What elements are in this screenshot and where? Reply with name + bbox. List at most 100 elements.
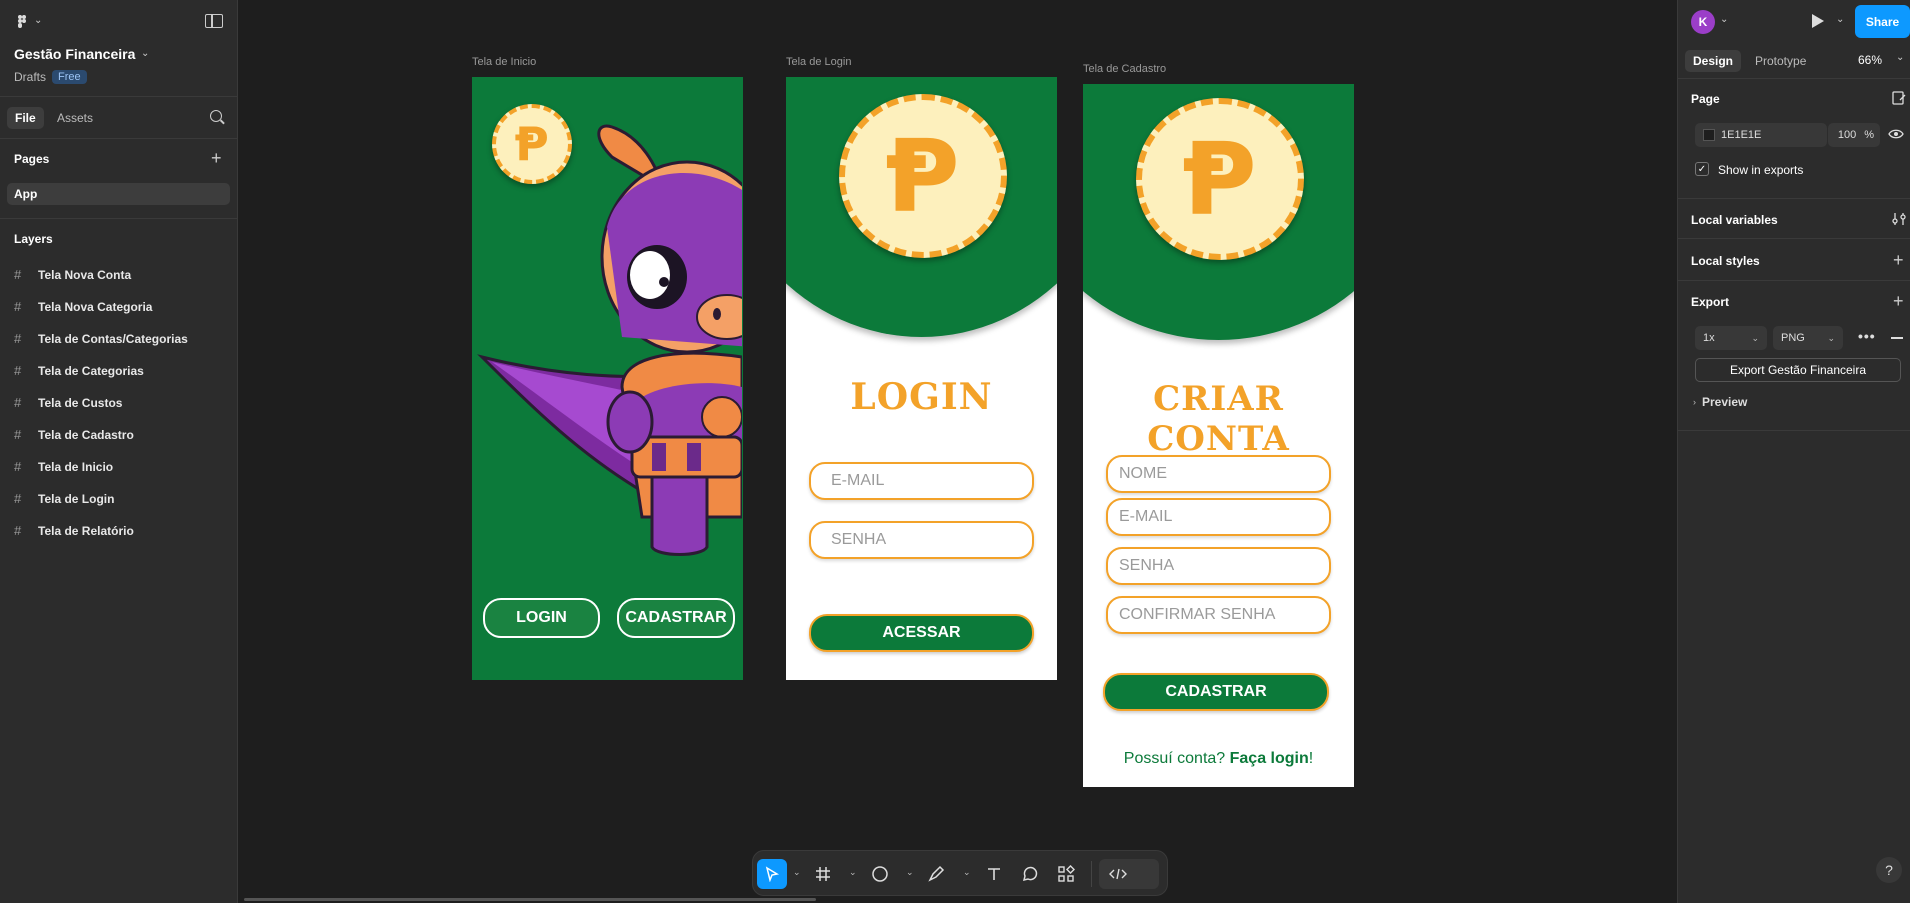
zoom-level[interactable]: 66% (1858, 53, 1882, 67)
project-title[interactable]: Gestão Financeira (14, 46, 135, 62)
export-scale-value[interactable]: 1x (1703, 332, 1715, 344)
comment-tool-icon[interactable] (1015, 859, 1045, 889)
frame-tela-inicio[interactable]: Ᵽ LOGIN CADASTRAR (472, 77, 743, 680)
local-styles-title[interactable]: Local styles (1691, 254, 1760, 268)
frame-label-login[interactable]: Tela de Login (786, 56, 851, 68)
page-bg-opacity-field[interactable]: 100 % (1828, 123, 1880, 147)
help-icon[interactable]: ? (1876, 857, 1902, 883)
add-page-icon[interactable]: + (211, 149, 222, 167)
frame-tela-cadastro[interactable]: Ᵽ CRIAR CONTA NOME E-MAIL SENHA CONFIRMA… (1083, 84, 1354, 787)
login-title: LOGIN (850, 376, 993, 418)
page-item-app[interactable]: App (7, 183, 230, 205)
bg-opacity-unit: % (1864, 129, 1874, 141)
figma-logo-icon[interactable] (14, 14, 30, 30)
ellipse-tool-icon[interactable] (865, 859, 895, 889)
email-field[interactable]: E-MAIL (1106, 498, 1331, 536)
tab-file[interactable]: File (7, 107, 44, 129)
login-link[interactable]: Faça login (1230, 750, 1309, 767)
confirm-password-field[interactable]: CONFIRMAR SENHA (1106, 596, 1331, 634)
layer-item[interactable]: # Tela de Categorias (14, 363, 144, 378)
present-play-icon[interactable] (1812, 14, 1824, 28)
present-chevron-icon[interactable]: ⌄ (1836, 14, 1844, 25)
frame-tool-chevron-icon[interactable]: ⌄ (849, 867, 857, 878)
pig-hero-illustration (477, 124, 742, 556)
preview-chevron-icon: › (1693, 397, 1696, 407)
layer-item[interactable]: # Tela de Contas/Categorias (14, 331, 188, 346)
local-variables-title[interactable]: Local variables (1691, 213, 1778, 227)
visibility-eye-icon[interactable] (1888, 128, 1904, 140)
layer-item[interactable]: # Tela de Login (14, 491, 114, 506)
share-button[interactable]: Share (1855, 5, 1910, 38)
user-avatar[interactable]: K (1691, 10, 1715, 34)
name-field[interactable]: NOME (1106, 455, 1331, 493)
page-section-title: Page (1691, 92, 1720, 106)
pages-title: Pages (14, 152, 50, 166)
layer-label: Tela de Categorias (38, 363, 144, 378)
tab-design[interactable]: Design (1685, 50, 1742, 72)
login-prompt: Possuí conta? Faça login! (1083, 750, 1354, 768)
sidebar-toggle-icon[interactable] (205, 14, 223, 28)
password-field[interactable]: SENHA (1106, 547, 1331, 585)
export-more-options-icon[interactable]: ••• (1858, 328, 1876, 344)
layer-item[interactable]: # Tela de Cadastro (14, 427, 134, 442)
move-tool-icon[interactable] (757, 859, 787, 889)
bg-opacity-value[interactable]: 100 (1838, 129, 1856, 141)
zoom-chevron-icon[interactable]: ⌄ (1896, 52, 1904, 63)
ellipse-tool-chevron-icon[interactable]: ⌄ (906, 867, 914, 878)
pen-tool-chevron-icon[interactable]: ⌄ (963, 867, 971, 878)
coin-symbol: Ᵽ (886, 117, 960, 235)
coin-logo: Ᵽ (1136, 98, 1304, 260)
drafts-label[interactable]: Drafts (14, 70, 46, 84)
register-button[interactable]: CADASTRAR (617, 598, 735, 638)
layers-panel: ⌄ Gestão Financeira ⌄ Drafts Free File A… (0, 0, 238, 903)
actions-tool-icon[interactable] (1051, 859, 1081, 889)
pen-tool-icon[interactable] (921, 859, 951, 889)
remove-export-icon[interactable] (1891, 337, 1903, 339)
bg-color-value[interactable]: 1E1E1E (1721, 129, 1761, 141)
preview-toggle[interactable]: › Preview (1693, 395, 1747, 409)
export-format-value[interactable]: PNG (1781, 332, 1805, 344)
export-scale-select[interactable]: 1x ⌄ (1695, 326, 1767, 350)
export-scale-chevron-icon: ⌄ (1751, 332, 1759, 343)
frame-icon: # (14, 491, 22, 506)
move-tool-chevron-icon[interactable]: ⌄ (793, 867, 801, 878)
page-settings-icon[interactable] (1892, 91, 1906, 105)
layer-item[interactable]: # Tela de Custos (14, 395, 122, 410)
search-icon[interactable] (210, 110, 222, 122)
main-menu-chevron-icon[interactable]: ⌄ (34, 15, 42, 26)
tab-assets[interactable]: Assets (49, 107, 101, 129)
avatar-chevron-icon[interactable]: ⌄ (1720, 14, 1728, 25)
variables-settings-icon[interactable] (1892, 212, 1906, 226)
page-bg-color-field[interactable]: 1E1E1E (1695, 123, 1827, 147)
register-submit-button[interactable]: CADASTRAR (1103, 673, 1329, 711)
add-export-icon[interactable]: + (1893, 292, 1904, 310)
layer-item[interactable]: # Tela de Inicio (14, 459, 113, 474)
text-tool-icon[interactable] (979, 859, 1009, 889)
export-button[interactable]: Export Gestão Financeira (1695, 358, 1901, 382)
horizontal-scrollbar[interactable] (244, 898, 816, 901)
layer-item[interactable]: # Tela Nova Conta (14, 267, 131, 282)
layer-item[interactable]: # Tela de Relatório (14, 523, 134, 538)
frame-label-cadastro[interactable]: Tela de Cadastro (1083, 63, 1166, 75)
export-format-select[interactable]: PNG ⌄ (1773, 326, 1843, 350)
layer-item[interactable]: # Tela Nova Categoria (14, 299, 152, 314)
password-field[interactable]: SENHA (809, 521, 1034, 559)
email-field[interactable]: E-MAIL (809, 462, 1034, 500)
project-menu-chevron-icon[interactable]: ⌄ (141, 48, 149, 59)
bg-color-swatch[interactable] (1703, 129, 1715, 141)
login-button[interactable]: LOGIN (483, 598, 600, 638)
layer-label: Tela de Inicio (38, 459, 114, 474)
access-button[interactable]: ACESSAR (809, 614, 1034, 652)
export-section-title: Export (1691, 295, 1730, 309)
add-style-icon[interactable]: + (1893, 251, 1904, 269)
frame-icon: # (14, 395, 22, 410)
show-in-exports-checkbox[interactable]: ✓ (1695, 162, 1709, 176)
frame-icon: # (14, 267, 22, 282)
dev-mode-toggle-icon[interactable] (1099, 859, 1159, 889)
frame-tela-login[interactable]: Ᵽ LOGIN E-MAIL SENHA ACESSAR (786, 77, 1057, 680)
export-format-chevron-icon: ⌄ (1827, 332, 1835, 343)
frame-tool-icon[interactable] (808, 859, 838, 889)
layer-label: Tela de Custos (38, 395, 123, 410)
frame-label-inicio[interactable]: Tela de Inicio (472, 56, 536, 68)
tab-prototype[interactable]: Prototype (1747, 50, 1814, 72)
